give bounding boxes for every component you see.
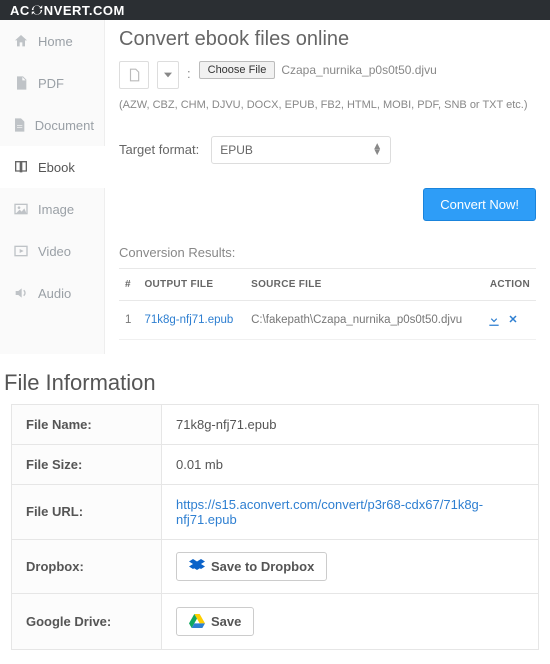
refresh-icon — [30, 3, 44, 17]
save-gdrive-button[interactable]: Save — [176, 607, 254, 636]
cell-source: C:\fakepath\Czapa_nurnika_p0s0t50.djvu — [245, 300, 481, 339]
ebook-icon — [10, 159, 32, 175]
sidebar-item-pdf[interactable]: PDF — [0, 62, 104, 104]
top-bar: AC NVERT.COM — [0, 0, 550, 20]
choose-file-button[interactable]: Choose File — [199, 61, 276, 79]
info-val-url: https://s15.aconvert.com/convert/p3r68-c… — [162, 484, 539, 539]
cell-action — [481, 300, 536, 339]
file-url-link[interactable]: https://s15.aconvert.com/convert/p3r68-c… — [176, 497, 483, 527]
dropbox-button-label: Save to Dropbox — [211, 559, 314, 574]
cell-output: 71k8g-nfj71.epub — [138, 300, 245, 339]
save-dropbox-button[interactable]: Save to Dropbox — [176, 552, 327, 581]
caret-down-icon — [164, 72, 172, 78]
results-table: # OUTPUT FILE SOURCE FILE ACTION 1 71k8g… — [119, 268, 536, 340]
target-format-select[interactable]: EPUB ▲▼ — [211, 136, 391, 164]
target-format-row: Target format: EPUB ▲▼ — [119, 136, 536, 164]
info-val-name: 71k8g-nfj71.epub — [162, 404, 539, 444]
sidebar: Home PDF Document Ebook Image Video Audi… — [0, 20, 105, 354]
video-icon — [10, 243, 32, 259]
logo-pre: AC — [10, 3, 30, 18]
sidebar-item-label: Home — [38, 34, 73, 49]
logo-post: NVERT.COM — [44, 3, 125, 18]
table-row: File URL: https://s15.aconvert.com/conve… — [12, 484, 539, 539]
col-output: OUTPUT FILE — [138, 268, 245, 300]
info-val-gdrive: Save — [162, 593, 539, 649]
output-file-link[interactable]: 71k8g-nfj71.epub — [144, 314, 233, 326]
cell-num: 1 — [119, 300, 138, 339]
sidebar-item-audio[interactable]: Audio — [0, 272, 104, 314]
audio-icon — [10, 285, 32, 301]
file-info-heading: File Information — [4, 370, 550, 396]
target-format-value: EPUB — [220, 143, 253, 157]
sidebar-item-label: Document — [35, 118, 94, 133]
file-source-row: : Choose File Czapa_nurnika_p0s0t50.djvu — [119, 61, 536, 89]
results-heading: Conversion Results: — [119, 245, 536, 260]
target-format-label: Target format: — [119, 142, 199, 157]
col-source: SOURCE FILE — [245, 268, 481, 300]
info-val-size: 0.01 mb — [162, 444, 539, 484]
page-title: Convert ebook files online — [119, 28, 536, 51]
sidebar-item-ebook[interactable]: Ebook — [0, 146, 104, 188]
pdf-icon — [10, 75, 32, 91]
sidebar-item-home[interactable]: Home — [0, 20, 104, 62]
info-key-name: File Name: — [12, 404, 162, 444]
source-file-button[interactable] — [119, 61, 149, 89]
info-key-dropbox: Dropbox: — [12, 539, 162, 593]
sidebar-item-image[interactable]: Image — [0, 188, 104, 230]
gdrive-button-label: Save — [211, 614, 241, 629]
image-icon — [10, 201, 32, 217]
convert-button[interactable]: Convert Now! — [423, 188, 536, 221]
gdrive-icon — [189, 614, 205, 628]
table-row: Google Drive: Save — [12, 593, 539, 649]
table-row: 1 71k8g-nfj71.epub C:\fakepath\Czapa_nur… — [119, 300, 536, 339]
source-dropdown-button[interactable] — [157, 61, 179, 89]
info-val-dropbox: Save to Dropbox — [162, 539, 539, 593]
table-row: File Name: 71k8g-nfj71.epub — [12, 404, 539, 444]
select-arrows-icon: ▲▼ — [372, 144, 382, 156]
delete-icon[interactable] — [507, 313, 519, 327]
table-row: File Size: 0.01 mb — [12, 444, 539, 484]
info-key-gdrive: Google Drive: — [12, 593, 162, 649]
sidebar-item-label: Audio — [38, 286, 71, 301]
separator: : — [187, 61, 191, 81]
file-info-table: File Name: 71k8g-nfj71.epub File Size: 0… — [11, 404, 539, 650]
home-icon — [10, 33, 32, 49]
file-icon — [127, 67, 141, 83]
sidebar-item-label: Video — [38, 244, 71, 259]
dropbox-icon — [189, 559, 205, 573]
sidebar-item-label: PDF — [38, 76, 64, 91]
table-row: Dropbox: Save to Dropbox — [12, 539, 539, 593]
col-action: ACTION — [481, 268, 536, 300]
col-num: # — [119, 268, 138, 300]
sidebar-item-label: Image — [38, 202, 74, 217]
selected-filename: Czapa_nurnika_p0s0t50.djvu — [281, 63, 436, 77]
sidebar-item-video[interactable]: Video — [0, 230, 104, 272]
content-area: Convert ebook files online : Choose File… — [105, 20, 550, 354]
format-hint: (AZW, CBZ, CHM, DJVU, DOCX, EPUB, FB2, H… — [119, 97, 536, 114]
info-key-url: File URL: — [12, 484, 162, 539]
info-key-size: File Size: — [12, 444, 162, 484]
document-icon — [10, 117, 29, 133]
sidebar-item-label: Ebook — [38, 160, 75, 175]
sidebar-item-document[interactable]: Document — [0, 104, 104, 146]
download-icon[interactable] — [487, 313, 501, 327]
